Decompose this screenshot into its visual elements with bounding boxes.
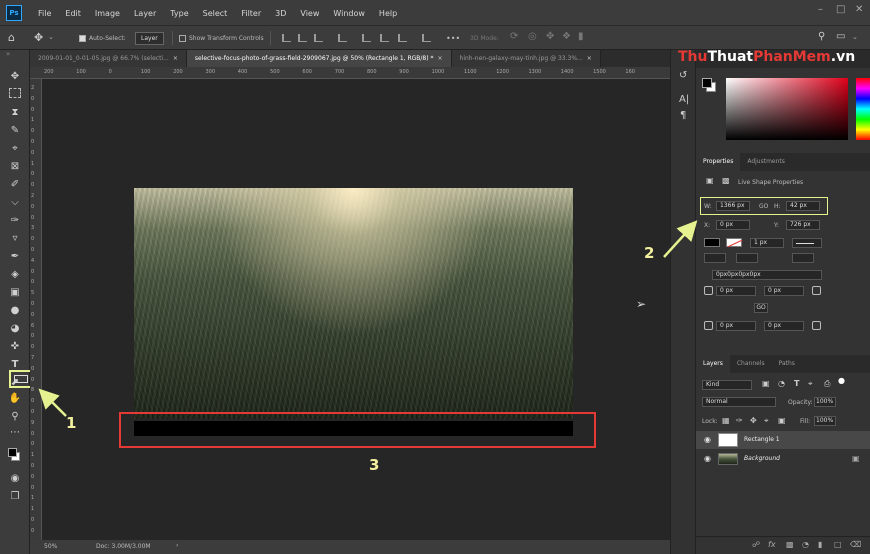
annotation-3: 3	[369, 456, 380, 474]
annotation-2: 2	[644, 244, 655, 262]
arrow-2	[663, 220, 698, 258]
annotation-1: 1	[66, 414, 77, 432]
annotation-arrows	[38, 220, 698, 417]
arrow-1	[38, 388, 67, 417]
